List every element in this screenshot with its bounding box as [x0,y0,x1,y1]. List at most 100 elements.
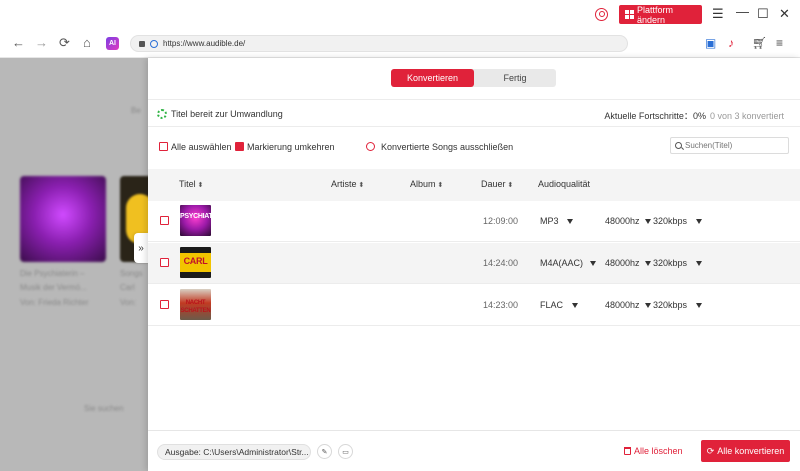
column-title[interactable]: Titel ⬍ [179,179,204,189]
forward-icon[interactable]: → [35,36,48,50]
ready-status-text: Titel bereit zur Umwandlung [171,109,283,119]
chevron-down-icon [571,303,578,309]
add-music-icon[interactable]: ♪ [728,37,734,50]
cart-icon[interactable]: 🛒︎ [752,37,767,50]
url-text: https://www.audible.de/ [163,39,246,48]
cover-text: NACHT SCHATTEN [180,300,211,314]
output-path-field[interactable]: Ausgabe: C:\Users\Administrator\Str... [157,444,311,460]
save-icon[interactable]: ▣ [705,37,716,50]
bg-card2-subtitle: Carl [120,283,135,292]
row-checkbox[interactable] [160,216,169,225]
loading-spinner-icon [157,109,167,119]
maximize-icon[interactable]: ☐ [757,7,769,21]
format-value: MP3 [540,216,559,226]
row-checkbox[interactable] [160,258,169,267]
exclude-converted-radio[interactable] [366,142,375,151]
bg-card-subtitle: Musik der Vermö... [20,283,87,292]
ai-icon[interactable]: AI [106,37,119,50]
track-cover: PSYCHIATERIN [180,205,211,236]
invert-selection-icon[interactable] [235,142,244,151]
table-row: CARL 14:24:00 M4A(AAC) 48000hz 320kbps [148,243,800,284]
column-artist[interactable]: Artiste ⬍ [331,179,364,189]
sample-rate-value: 48000hz [605,300,640,310]
status-row: Titel bereit zur Umwandlung Aktuelle For… [148,99,800,127]
conversion-panel: Konvertieren Fertig Titel bereit zur Umw… [148,58,800,471]
sample-rate-select[interactable]: 48000hz [605,300,652,310]
sort-icon: ⬍ [437,182,444,189]
back-icon[interactable]: ← [12,36,25,50]
trash-icon [624,447,631,455]
column-duration-label: Dauer [481,179,506,189]
bg-heading: Be [131,106,141,115]
convert-all-button[interactable]: ⟳ Alle konvertieren [701,440,790,462]
hamburger-icon[interactable]: ☰ [712,7,724,21]
search-input[interactable] [685,141,785,150]
lock-icon [139,40,145,47]
column-quality: Audioqualität [538,179,591,189]
format-select[interactable]: FLAC [540,300,578,310]
tab-done[interactable]: Fertig [474,69,556,87]
bitrate-select[interactable]: 320kbps [653,258,702,268]
table-row: PSYCHIATERIN 12:09:00 MP3 48000hz 320kbp… [148,201,800,242]
sample-rate-value: 48000hz [605,258,640,268]
bitrate-value: 320kbps [653,300,688,310]
playlist-icon[interactable]: ≡ [776,37,783,50]
minimize-icon[interactable]: — [736,5,749,19]
track-duration: 12:09:00 [483,216,519,226]
close-icon[interactable]: ✕ [779,7,790,21]
row-checkbox[interactable] [160,300,169,309]
progress-count: 0 von 3 konvertiert [709,111,784,121]
track-duration: 14:24:00 [483,258,519,268]
bulk-actions-bar: Alle auswählen Markierung umkehren Konve… [148,127,800,167]
chevron-down-icon [589,261,596,267]
open-folder-icon[interactable]: ▭ [338,444,353,459]
address-bar[interactable]: https://www.audible.de/ [130,35,628,52]
invert-selection-label[interactable]: Markierung umkehren [247,142,335,152]
user-circle-icon[interactable] [595,8,608,21]
bitrate-select[interactable]: 320kbps [653,300,702,310]
format-value: FLAC [540,300,564,310]
sort-icon: ⬍ [507,182,514,189]
chevron-down-icon [695,261,702,267]
reload-icon[interactable]: ⟳ [59,36,70,50]
output-path: C:\Users\Administrator\Str... [203,447,309,457]
change-platform-button[interactable]: Plattform ändern [619,4,702,25]
sample-rate-select[interactable]: 48000hz [605,258,652,268]
format-select[interactable]: MP3 [540,216,574,226]
bitrate-select[interactable]: 320kbps [653,216,702,226]
bg-card2-title: Songs [120,269,143,278]
sample-rate-select[interactable]: 48000hz [605,216,652,226]
column-album[interactable]: Album ⬍ [410,179,443,189]
progress-indicator: Aktuelle Fortschritte：0% 0 von 3 konverti… [604,109,784,122]
browser-toolbar: ← → ⟳ ⌂ AI https://www.audible.de/ ▣ ♪ 🛒… [0,30,800,58]
column-duration[interactable]: Dauer ⬍ [481,179,513,189]
format-select[interactable]: M4A(AAC) [540,258,596,268]
delete-all-label: Alle löschen [634,446,683,456]
chevron-down-icon [695,303,702,309]
delete-all-button[interactable]: Alle löschen [624,446,683,456]
select-all-checkbox-icon[interactable] [159,142,168,151]
collapse-panel-toggle[interactable]: » [134,233,148,263]
format-value: M4A(AAC) [540,258,584,268]
bg-card-author: Von: Frieda Richter [20,298,89,307]
panel-footer: Ausgabe: C:\Users\Administrator\Str... ✎… [148,430,800,471]
search-box[interactable] [670,137,789,154]
bg-card2-author: Von: [120,298,137,307]
column-album-label: Album [410,179,436,189]
progress-label: Aktuelle Fortschritte： [604,111,693,121]
sort-icon: ⬍ [197,182,204,189]
select-all-label[interactable]: Alle auswählen [171,142,232,152]
title-bar: Plattform ändern ☰ — ☐ ✕ [0,0,800,30]
bg-footer-text: Sie suchen [84,404,124,413]
exclude-converted-label[interactable]: Konvertierte Songs ausschließen [381,142,513,152]
change-platform-label: Plattform ändern [637,4,674,25]
edit-path-icon[interactable]: ✎ [317,444,332,459]
tab-convert[interactable]: Konvertieren [391,69,474,87]
chevron-down-icon [645,261,652,267]
track-cover: CARL [180,247,211,278]
output-label: Ausgabe: [165,447,201,457]
sample-rate-value: 48000hz [605,216,640,226]
cover-text: CARL [183,256,208,266]
home-icon[interactable]: ⌂ [83,36,91,50]
convert-all-label: Alle konvertieren [717,446,785,456]
